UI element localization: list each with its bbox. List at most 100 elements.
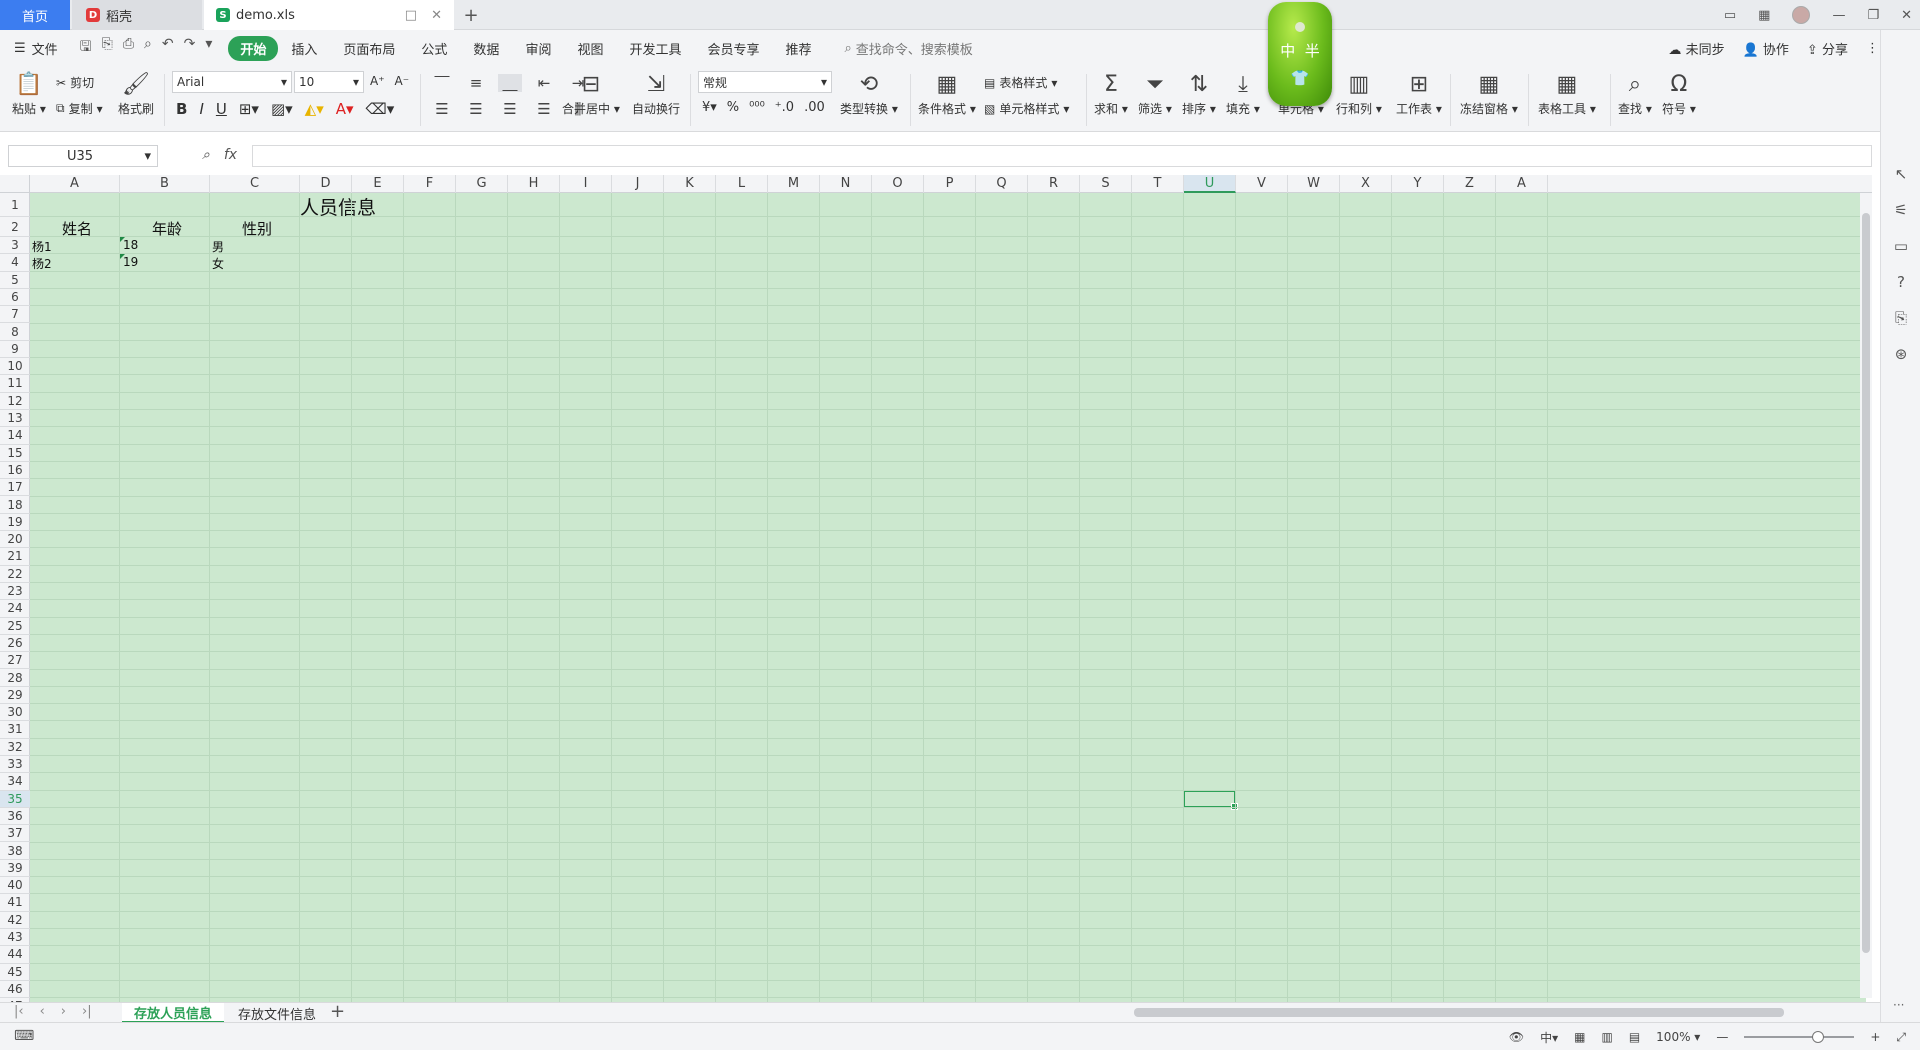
percent-icon[interactable]: % [727, 100, 739, 115]
decrease-decimal-icon[interactable]: .00 [804, 100, 825, 115]
row-header[interactable]: 17 [0, 479, 30, 497]
column-header[interactable]: K [664, 175, 716, 193]
row-header[interactable]: 20 [0, 531, 30, 549]
clear-format-icon[interactable]: ⌫▾ [366, 100, 395, 118]
font-name-select[interactable]: Arial ▾ [172, 71, 292, 93]
zoom-slider[interactable] [1744, 1031, 1855, 1043]
more-options-icon[interactable]: ··· [1893, 998, 1904, 1012]
customize-dropdown-icon[interactable]: ▾ [205, 36, 212, 60]
command-search[interactable]: ⌕ 查找命令、搜索模板 [845, 39, 973, 58]
more-icon[interactable]: ⋮ [1866, 41, 1879, 56]
font-color-icon[interactable]: A▾ [336, 100, 354, 118]
ribbon-tab-page-layout[interactable]: 页面布局 [330, 39, 408, 58]
name-box[interactable]: U35 ▾ [8, 145, 158, 167]
freeze-panes-button[interactable]: ▦ 冻结窗格 ▾ [1460, 70, 1518, 117]
bold-icon[interactable]: B [176, 100, 187, 118]
vertical-scrollbar[interactable] [1860, 193, 1872, 998]
increase-font-icon[interactable]: A⁺ [370, 74, 385, 88]
row-header[interactable]: 44 [0, 946, 30, 964]
ribbon-tab-developer[interactable]: 开发工具 [616, 39, 694, 58]
row-header[interactable]: 39 [0, 860, 30, 878]
export-pdf-icon[interactable]: ⎘ [102, 36, 113, 60]
cell-area[interactable]: 人员信息 姓名 年龄 性别 杨1 18 男 杨2 19 女 [30, 193, 1866, 1002]
sum-button[interactable]: Σ 求和 ▾ [1094, 70, 1128, 117]
column-header[interactable]: A [1496, 175, 1548, 193]
indent-decrease-icon[interactable]: ⇤ [532, 74, 556, 92]
share-button[interactable]: ⇪ 分享 [1807, 39, 1848, 58]
column-header[interactable]: N [820, 175, 872, 193]
column-header[interactable]: Z [1444, 175, 1496, 193]
add-sheet-icon[interactable]: + [330, 1001, 345, 1022]
column-header[interactable]: L [716, 175, 768, 193]
find-button[interactable]: ⌕ 查找 ▾ [1618, 70, 1652, 117]
row-header[interactable]: 6 [0, 289, 30, 307]
ribbon-tab-home[interactable]: 开始 [228, 35, 279, 61]
increase-decimal-icon[interactable]: ⁺.0 [775, 100, 794, 115]
row-header[interactable]: 46 [0, 981, 30, 999]
column-header[interactable]: H [508, 175, 560, 193]
align-left-icon[interactable]: ☰ [430, 100, 454, 118]
print-preview-icon[interactable]: ⌕ [144, 36, 152, 60]
row-header[interactable]: 36 [0, 808, 30, 826]
zoom-out-icon[interactable]: — [1716, 1030, 1728, 1044]
column-header[interactable]: E [352, 175, 404, 193]
row-header[interactable]: 18 [0, 497, 30, 514]
row-header[interactable]: 4 [0, 254, 30, 272]
align-middle-icon[interactable]: ≡ [464, 74, 488, 92]
sort-button[interactable]: ⇅ 排序 ▾ [1182, 70, 1216, 117]
column-header[interactable]: S [1080, 175, 1132, 193]
type-convert-button[interactable]: ⟲ 类型转换 ▾ [840, 70, 898, 117]
fx-icon[interactable]: fx [224, 147, 237, 163]
align-center-icon[interactable]: ☰ [464, 100, 488, 118]
column-header[interactable]: M [768, 175, 820, 193]
tab-home[interactable]: 首页 [0, 0, 70, 30]
redo-icon[interactable]: ↷ [184, 36, 196, 60]
save-icon[interactable]: 🖫 [80, 36, 92, 60]
format-painter-button[interactable]: 🖌 格式刷 [118, 70, 154, 117]
row-header[interactable]: 2 [0, 217, 30, 237]
fill-button[interactable]: ⤓ 填充 ▾ [1226, 70, 1260, 117]
new-tab-button[interactable]: + [460, 0, 482, 30]
ribbon-tab-insert[interactable]: 插入 [278, 39, 330, 58]
row-header[interactable]: 37 [0, 825, 30, 843]
select-all-corner[interactable] [0, 175, 30, 193]
currency-icon[interactable]: ¥▾ [702, 100, 717, 115]
row-header[interactable]: 33 [0, 756, 30, 774]
next-sheet-icon[interactable]: › [61, 1004, 66, 1019]
table-style-button[interactable]: ▤ 表格样式 ▾ [984, 74, 1057, 91]
wrap-text-button[interactable]: ⇲ 自动换行 [632, 70, 680, 117]
undo-icon[interactable]: ↶ [162, 36, 174, 60]
column-header[interactable]: I [560, 175, 612, 193]
select-pointer-icon[interactable]: ↖ [1895, 165, 1908, 183]
row-header[interactable]: 12 [0, 393, 30, 410]
vertical-scroll-thumb[interactable] [1862, 213, 1870, 953]
ribbon-tab-review[interactable]: 审阅 [512, 39, 564, 58]
zoom-formula-icon[interactable]: ⌕ [202, 147, 210, 163]
column-header[interactable]: T [1132, 175, 1184, 193]
fill-pattern-icon[interactable]: ▨▾ [271, 100, 293, 118]
row-header[interactable]: 43 [0, 929, 30, 947]
row-header[interactable]: 38 [0, 843, 30, 860]
row-header[interactable]: 19 [0, 514, 30, 532]
merge-center-button[interactable]: ⊟ 合并居中 ▾ [562, 70, 620, 117]
copy-button[interactable]: ⧉ 复制 ▾ [56, 100, 103, 117]
normal-view-icon[interactable]: ▦ [1574, 1030, 1585, 1044]
page-layout-view-icon[interactable]: ▥ [1601, 1030, 1612, 1044]
align-bottom-icon[interactable]: ⎽ [498, 74, 522, 92]
row-header[interactable]: 45 [0, 964, 30, 981]
cut-button[interactable]: ✂ 剪切 [56, 74, 94, 91]
active-cell-selection[interactable] [1183, 789, 1238, 811]
ime-status-icon[interactable]: 中▾ [1540, 1029, 1558, 1046]
row-header[interactable]: 35 [0, 790, 30, 808]
decrease-font-icon[interactable]: A⁻ [395, 74, 410, 88]
ribbon-tab-recommend[interactable]: 推荐 [773, 39, 825, 58]
sync-button[interactable]: ☁ 未同步 [1668, 39, 1724, 58]
row-header[interactable]: 15 [0, 445, 30, 462]
font-size-select[interactable]: 10 ▾ [294, 71, 364, 93]
column-header[interactable]: Q [976, 175, 1028, 193]
row-header[interactable]: 11 [0, 375, 30, 393]
row-header[interactable]: 14 [0, 427, 30, 445]
column-header[interactable]: O [872, 175, 924, 193]
zoom-level[interactable]: 100% ▾ [1656, 1030, 1700, 1044]
column-header[interactable]: X [1340, 175, 1392, 193]
